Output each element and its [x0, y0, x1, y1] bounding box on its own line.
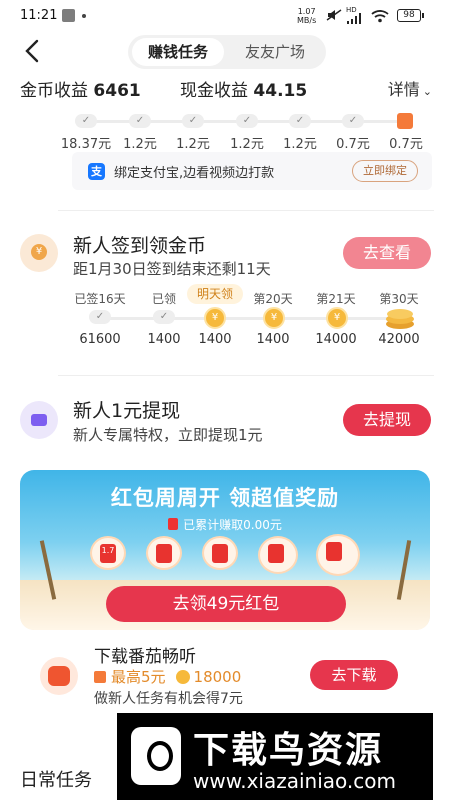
tab-friends-square[interactable]: 友友广场 — [228, 38, 322, 66]
day-label: 第20天 — [253, 292, 293, 306]
day-label: 已领 — [151, 292, 176, 306]
check-icon: ✓ — [342, 114, 364, 128]
envelope-icon: 1.7 — [90, 536, 126, 570]
day-label: 第21天 — [316, 292, 356, 306]
status-bar: 11:21 1.07 MB/s HD 98 — [0, 0, 450, 32]
envelope-icon — [202, 536, 238, 570]
reward-value: 42000 — [378, 332, 420, 347]
track-value: 1.2元 — [123, 137, 157, 150]
banner-title: 红包周周开 领超值奖励 — [110, 486, 340, 510]
bird-logo-icon — [131, 727, 181, 785]
gold-coin-icon: ¥ — [326, 307, 348, 329]
coin-earnings: 金币收益 6461 — [20, 81, 141, 101]
gold-coin-icon — [175, 670, 190, 684]
alipay-text: 绑定支付宝,边看视频边打款 — [114, 166, 275, 181]
download-button[interactable]: 去下载 — [310, 660, 398, 690]
notification-dot-icon — [82, 14, 86, 18]
withdraw-title: 新人1元提现 — [73, 400, 181, 422]
divider — [58, 375, 434, 376]
day-label: 第30天 — [379, 292, 419, 306]
tab-switcher: 赚钱任务 友友广场 — [128, 35, 326, 69]
fanqie-app-icon — [40, 657, 78, 695]
withdraw-track: ✓ ✓ ✓ ✓ ✓ ✓ 18.37元 1.2元 1.2元 1.2元 1.2元 0… — [0, 100, 450, 150]
check-icon: ✓ — [89, 310, 111, 324]
check-icon: ✓ — [236, 114, 258, 128]
coin-stack-icon — [386, 309, 414, 329]
envelope-icon — [146, 536, 182, 570]
back-arrow-icon[interactable] — [22, 38, 44, 64]
wallet-icon — [20, 401, 58, 439]
check-icon: ✓ — [153, 310, 175, 324]
coin-icon — [20, 234, 58, 272]
signin-subtitle: 距1月30日签到结束还剩11天 — [73, 260, 271, 278]
track-value: 1.2元 — [176, 137, 210, 150]
top-nav: 赚钱任务 友友广场 — [0, 32, 450, 72]
reward-value: 14000 — [315, 332, 357, 347]
track-value: 1.2元 — [230, 137, 264, 150]
signal-icon — [347, 13, 361, 24]
download-rewards: 最高5元 18000 — [94, 666, 241, 687]
check-icon: ✓ — [289, 114, 311, 128]
wifi-icon — [371, 10, 389, 23]
claim-red-packet-button[interactable]: 去领49元红包 — [106, 586, 346, 622]
withdraw-button[interactable]: 去提现 — [343, 404, 431, 436]
day-label: 已签16天 — [74, 292, 126, 306]
watermark-url: www.xiazainiao.com — [193, 769, 396, 793]
track-value: 0.7元 — [336, 137, 370, 150]
cash-earnings: 现金收益 44.15 — [180, 81, 308, 101]
reward-value: 1400 — [256, 332, 290, 347]
divider — [58, 210, 434, 211]
watermark: 下载鸟资源 www.xiazainiao.com — [117, 713, 433, 800]
reward-value: 1400 — [198, 332, 232, 347]
alipay-bind-bar: 支 绑定支付宝,边看视频边打款 立即绑定 — [72, 152, 432, 190]
red-packet-icon — [397, 113, 413, 129]
mute-icon — [326, 9, 342, 21]
banner-earned: 已累计赚取0.00元 — [20, 516, 430, 533]
track-value: 1.2元 — [283, 137, 317, 150]
network-speed: 1.07 MB/s — [297, 7, 317, 25]
wrench-icon — [62, 9, 75, 22]
signin-title: 新人签到领金币 — [73, 235, 207, 257]
watermark-text: 下载鸟资源 — [193, 730, 384, 771]
track-value: 0.7元 — [389, 137, 423, 150]
download-title: 下载番茄畅听 — [94, 647, 196, 667]
withdraw-subtitle: 新人专属特权，立即提现1元 — [73, 426, 263, 444]
chevron-down-icon: ⌄ — [422, 85, 432, 98]
track-value: 18.37元 — [60, 137, 112, 150]
daily-tasks-title: 日常任务 — [20, 770, 92, 791]
signin-track-line — [100, 317, 400, 320]
tomorrow-badge: 明天领 — [187, 284, 243, 304]
bind-now-button[interactable]: 立即绑定 — [352, 160, 418, 182]
check-icon: ✓ — [182, 114, 204, 128]
check-icon: ✓ — [129, 114, 151, 128]
tab-earn-tasks[interactable]: 赚钱任务 — [132, 38, 224, 66]
earnings-summary: 金币收益 6461 现金收益 44.15 详情 ⌄ — [0, 76, 450, 102]
battery-icon: 98 — [397, 9, 424, 22]
envelope-icon — [258, 536, 298, 574]
download-subtitle: 做新人任务有机会得7元 — [94, 691, 243, 707]
details-link[interactable]: 详情 ⌄ — [388, 76, 432, 100]
gold-coin-icon: ¥ — [204, 307, 226, 329]
envelope-icon — [316, 534, 360, 576]
clock: 11:21 — [20, 8, 58, 23]
red-packet-icon — [94, 671, 106, 683]
view-signin-button[interactable]: 去查看 — [343, 237, 431, 269]
alipay-icon: 支 — [88, 163, 105, 180]
reward-value: 61600 — [79, 332, 121, 347]
check-icon: ✓ — [75, 114, 97, 128]
red-packet-icon — [168, 518, 179, 530]
gold-coin-icon: ¥ — [263, 307, 285, 329]
red-packet-banner[interactable]: 红包周周开 领超值奖励 已累计赚取0.00元 1.7 去领49元红包 — [20, 470, 430, 630]
